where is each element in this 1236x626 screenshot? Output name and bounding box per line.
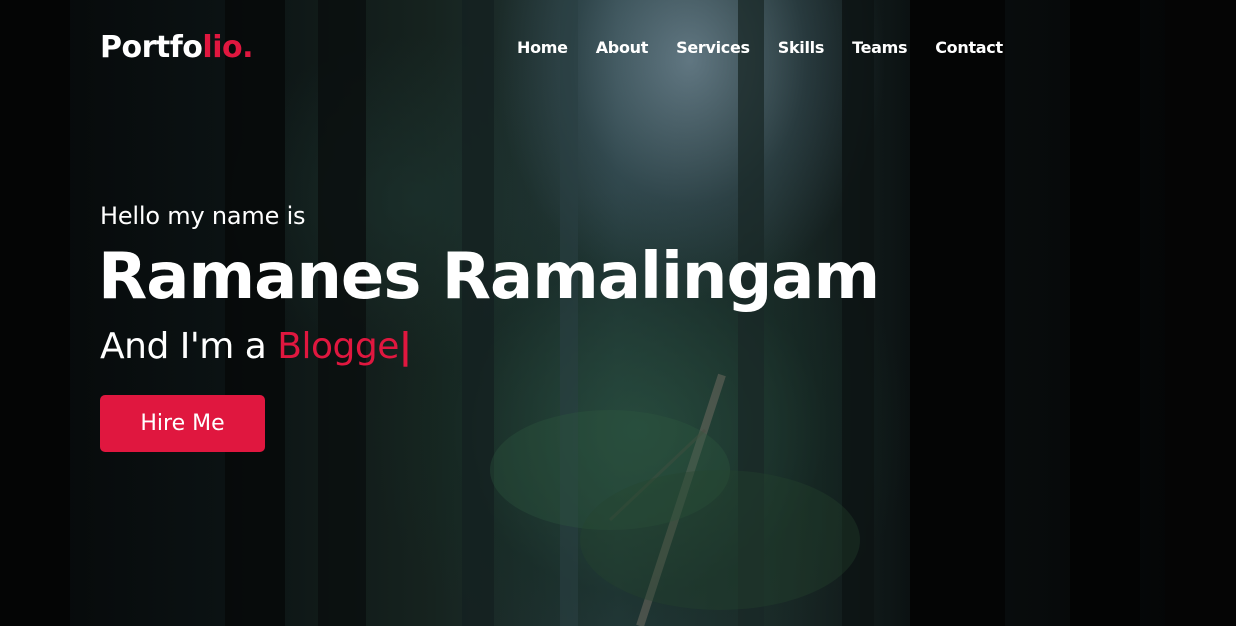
role-typed-text: Blogge	[277, 326, 399, 367]
nav-services-link[interactable]: Services	[676, 38, 750, 57]
hero-role-line: And I'm a Blogge|	[100, 326, 412, 367]
logo-accent-text: lio.	[202, 30, 253, 65]
hero-name-heading: Ramanes Ramalingam	[98, 240, 880, 314]
logo[interactable]: Portfolio.	[100, 30, 253, 65]
nav-contact-link[interactable]: Contact	[935, 38, 1003, 57]
nav-skills-link[interactable]: Skills	[778, 38, 825, 57]
nav-home-link[interactable]: Home	[517, 38, 568, 57]
role-prefix-text: And I'm a	[100, 326, 278, 367]
hero-intro-text: Hello my name is	[100, 202, 306, 230]
main-nav: Home About Services Skills Teams Contact	[517, 38, 1003, 57]
nav-teams-link[interactable]: Teams	[852, 38, 907, 57]
site-header: Portfolio. Home About Services Skills Te…	[0, 0, 1236, 100]
typing-cursor: |	[398, 326, 412, 367]
logo-main-text: Portfo	[100, 30, 203, 65]
nav-about-link[interactable]: About	[596, 38, 649, 57]
hire-me-button[interactable]: Hire Me	[100, 395, 265, 452]
